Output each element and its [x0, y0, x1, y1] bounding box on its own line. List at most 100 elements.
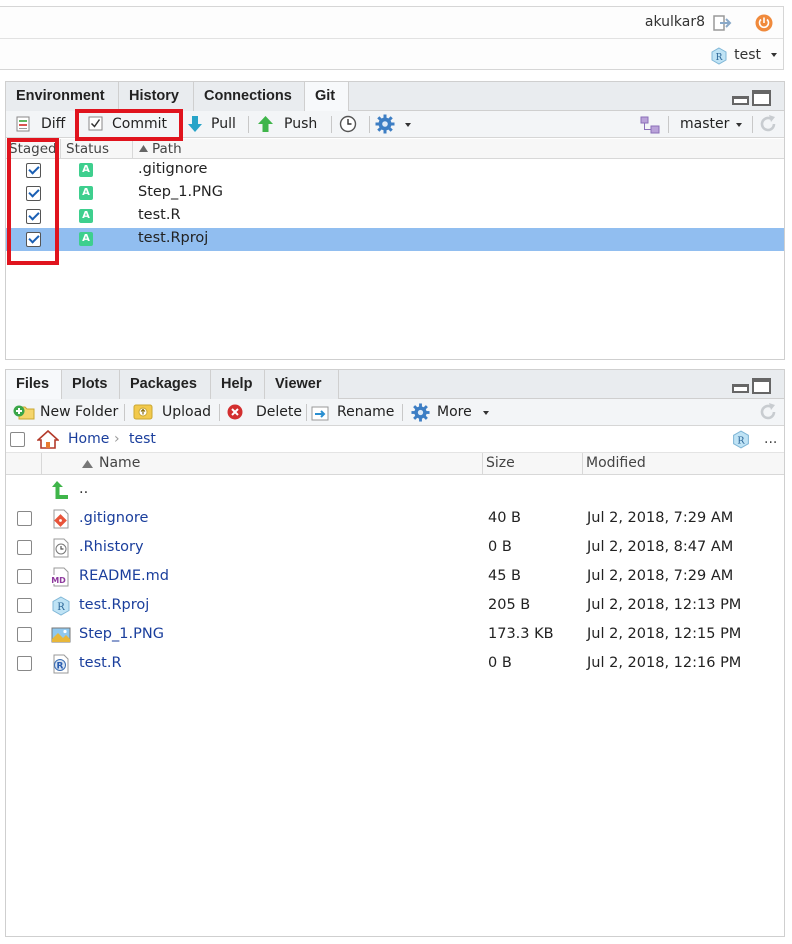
column-staged[interactable]: Staged	[9, 141, 57, 157]
file-modified: Jul 2, 2018, 7:29 AM	[587, 568, 734, 584]
file-row[interactable]: R test.Rproj 205 B Jul 2, 2018, 12:13 PM	[6, 592, 784, 621]
select-all-checkbox[interactable]	[10, 432, 25, 447]
markdown-file-icon: MD	[51, 567, 69, 587]
refresh-icon[interactable]	[758, 114, 778, 134]
breadcrumb-more[interactable]: ...	[764, 431, 777, 447]
refresh-icon[interactable]	[758, 402, 778, 422]
tab-packages[interactable]: Packages	[120, 370, 211, 399]
staged-checkbox[interactable]	[26, 163, 41, 178]
toolbar-divider	[180, 116, 181, 133]
file-checkbox[interactable]	[17, 627, 32, 642]
tab-git[interactable]: Git	[305, 82, 349, 112]
upload-button[interactable]: Upload	[133, 402, 213, 423]
chevron-down-icon[interactable]	[771, 53, 777, 57]
file-name-link[interactable]: Step_1.PNG	[79, 626, 164, 642]
tab-help[interactable]: Help	[211, 370, 265, 399]
rproject-icon[interactable]: R	[732, 430, 750, 449]
column-path[interactable]: Path	[152, 141, 182, 157]
pane-minmax-controls[interactable]	[732, 378, 774, 394]
minimize-icon[interactable]	[732, 384, 749, 393]
toolbar-divider	[78, 116, 79, 133]
delete-button[interactable]: Delete	[227, 402, 302, 423]
column-status[interactable]: Status	[66, 141, 109, 157]
status-added-badge: A	[79, 232, 93, 246]
git-table-header: Staged Status Path	[6, 139, 784, 159]
staged-checkbox[interactable]	[26, 232, 41, 247]
parent-directory-row[interactable]: ..	[6, 476, 784, 505]
staged-checkbox[interactable]	[26, 186, 41, 201]
diff-button[interactable]: Diff	[16, 114, 74, 135]
file-name-link[interactable]: test.Rproj	[79, 597, 149, 613]
new-folder-button[interactable]: New Folder	[13, 402, 119, 423]
file-name-link[interactable]: .gitignore	[79, 510, 148, 526]
history-file-icon	[53, 538, 69, 558]
chevron-down-icon[interactable]	[736, 123, 742, 127]
parent-directory-link[interactable]: ..	[79, 481, 88, 497]
file-name-link[interactable]: .Rhistory	[79, 539, 144, 555]
branch-selector[interactable]: master	[680, 114, 744, 135]
git-file-path: test.Rproj	[138, 230, 209, 246]
tab-history[interactable]: History	[119, 82, 194, 111]
file-checkbox[interactable]	[17, 656, 32, 671]
file-row[interactable]: MD README.md 45 B Jul 2, 2018, 7:29 AM	[6, 563, 784, 592]
git-settings-button[interactable]	[375, 114, 415, 135]
branch-name: master	[680, 116, 730, 132]
breadcrumb-folder[interactable]: test	[129, 431, 156, 447]
toolbar-divider	[668, 116, 669, 133]
column-size[interactable]: Size	[486, 455, 515, 471]
r-script-file-icon: R	[53, 654, 69, 674]
column-modified[interactable]: Modified	[586, 455, 646, 471]
maximize-icon[interactable]	[752, 90, 771, 106]
tab-files[interactable]: Files	[6, 370, 62, 400]
file-checkbox[interactable]	[17, 540, 32, 555]
file-size: 173.3 KB	[488, 626, 554, 642]
history-button[interactable]	[339, 114, 361, 135]
pull-button[interactable]: Pull	[188, 114, 240, 135]
push-button[interactable]: Push	[258, 114, 318, 135]
file-checkbox[interactable]	[17, 598, 32, 613]
minimize-icon[interactable]	[732, 96, 749, 105]
git-file-row-selected[interactable]: A test.Rproj	[6, 228, 784, 251]
project-row[interactable]: R test	[0, 39, 783, 71]
tab-plots[interactable]: Plots	[62, 370, 120, 399]
sign-out-icon[interactable]	[713, 15, 733, 31]
breadcrumb-home[interactable]: Home	[68, 431, 109, 447]
file-row[interactable]: .Rhistory 0 B Jul 2, 2018, 8:47 AM	[6, 534, 784, 563]
chevron-down-icon[interactable]	[483, 411, 489, 415]
column-name[interactable]: Name	[99, 455, 140, 471]
chevron-down-icon[interactable]	[405, 123, 411, 127]
file-checkbox[interactable]	[17, 511, 32, 526]
git-file-row[interactable]: A .gitignore	[6, 159, 784, 182]
tab-viewer[interactable]: Viewer	[265, 370, 339, 399]
branch-diagram-icon[interactable]	[640, 116, 660, 134]
up-arrow-icon	[52, 481, 68, 499]
git-file-row[interactable]: A Step_1.PNG	[6, 182, 784, 205]
file-row[interactable]: R test.R 0 B Jul 2, 2018, 12:16 PM	[6, 650, 784, 679]
project-name[interactable]: test	[734, 47, 761, 63]
file-checkbox[interactable]	[17, 569, 32, 584]
tab-environment[interactable]: Environment	[6, 82, 119, 111]
file-row[interactable]: Step_1.PNG 173.3 KB Jul 2, 2018, 12:15 P…	[6, 621, 784, 650]
pull-arrow-icon	[188, 116, 202, 132]
new-folder-label: New Folder	[40, 404, 119, 420]
rename-button[interactable]: Rename	[311, 402, 396, 423]
file-row[interactable]: .gitignore 40 B Jul 2, 2018, 7:29 AM	[6, 505, 784, 534]
more-button[interactable]: More	[411, 402, 491, 423]
git-file-row[interactable]: A test.R	[6, 205, 784, 228]
power-icon[interactable]	[755, 14, 773, 32]
upload-icon	[133, 404, 153, 420]
gear-icon	[375, 114, 395, 134]
column-divider	[582, 453, 583, 475]
file-name-link[interactable]: README.md	[79, 568, 169, 584]
home-icon[interactable]	[37, 430, 59, 449]
files-toolbar: New Folder Upload Delete Rename More	[6, 399, 784, 426]
toolbar-divider	[248, 116, 249, 133]
tab-connections[interactable]: Connections	[194, 82, 305, 111]
commit-button[interactable]: Commit	[88, 114, 170, 135]
maximize-icon[interactable]	[752, 378, 771, 394]
toolbar-divider	[219, 404, 220, 421]
git-pane: Environment History Connections Git Diff…	[5, 81, 785, 360]
pane-minmax-controls[interactable]	[732, 90, 774, 106]
staged-checkbox[interactable]	[26, 209, 41, 224]
file-name-link[interactable]: test.R	[79, 655, 122, 671]
